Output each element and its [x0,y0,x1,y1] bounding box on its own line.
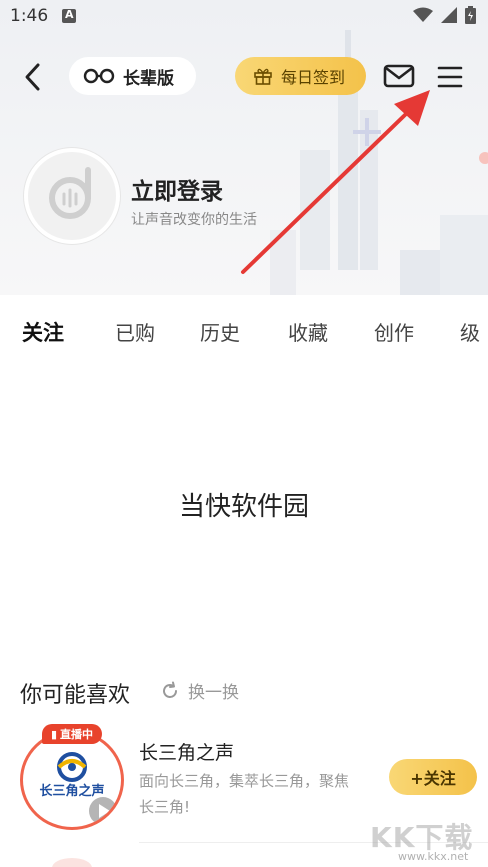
recommend-title: 你可能喜欢 [20,683,131,708]
status-time: 1:46 [10,6,49,26]
live-bars-icon: ▮ [50,727,58,741]
notification-icon [62,8,76,23]
site-watermark-url: www.kkx.net [398,850,469,863]
refresh-button[interactable]: 换一换 [160,678,239,703]
menu-button[interactable] [436,64,464,90]
next-item-preview [52,858,92,867]
tab-more[interactable]: 级 [460,317,480,346]
channel-title[interactable]: 长三角之声 [139,738,234,765]
tab-favorites[interactable]: 收藏 [288,317,328,346]
channel-cover[interactable]: 长三角之声 [20,730,124,830]
status-bar: 1:46 [0,0,488,34]
live-badge: ▮ 直播中 [42,724,102,744]
live-badge-label: 直播中 [60,728,94,741]
glasses-icon [83,68,115,84]
tab-following[interactable]: 关注 [22,317,64,347]
signal-icon [441,7,457,23]
tab-purchased[interactable]: 已购 [115,317,155,346]
avatar[interactable] [24,148,120,244]
tab-creation[interactable]: 创作 [374,317,414,346]
follow-button[interactable]: +关注 [389,759,477,795]
refresh-icon [163,681,177,698]
gift-icon [254,68,272,85]
elder-mode-label: 长辈版 [123,68,174,89]
hamburger-menu-icon [437,66,463,88]
channel-logo-text: 长三角之声 [39,783,104,799]
refresh-label: 换一换 [188,683,239,703]
daily-checkin-label: 每日签到 [281,68,346,87]
messages-button[interactable] [383,63,415,89]
elder-mode-button[interactable]: 长辈版 [69,57,196,95]
default-avatar-icon [49,167,91,219]
tab-bar: 关注 已购 历史 收藏 创作 级 [0,300,488,360]
battery-icon [465,6,476,24]
daily-checkin-button[interactable]: 每日签到 [235,57,366,95]
mail-icon [383,64,415,88]
channel-logo: 长三角之声 [39,752,117,825]
login-subtitle: 让声音改变你的生活 [131,212,257,228]
watermark-text: 当快软件园 [178,492,309,522]
login-title[interactable]: 立即登录 [131,172,223,206]
tab-history[interactable]: 历史 [200,317,240,346]
channel-description: 面向长三角，集萃长三角，聚焦长三角! [139,772,350,816]
back-button[interactable] [20,61,46,93]
wifi-icon [413,7,433,22]
chevron-left-icon [25,63,40,91]
status-icons [413,6,476,24]
